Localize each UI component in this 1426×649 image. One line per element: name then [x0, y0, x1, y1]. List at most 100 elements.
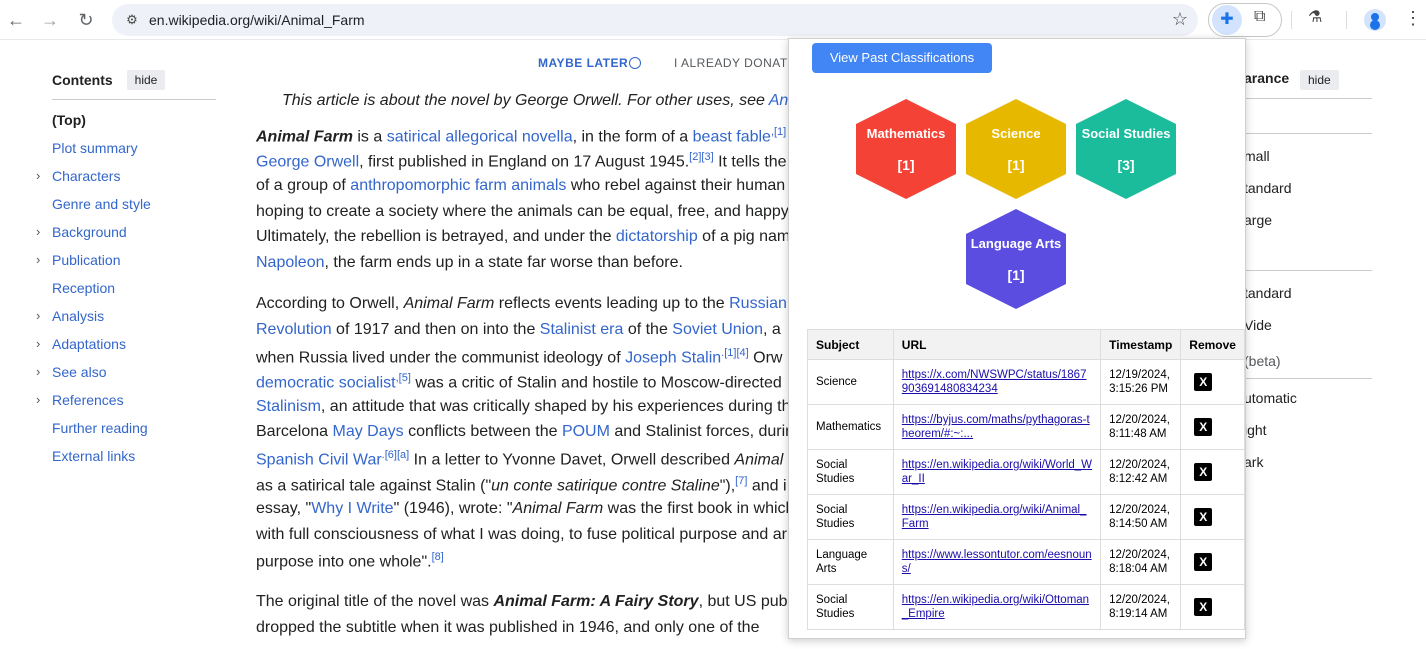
bookmark-star-icon[interactable]: ☆	[1172, 9, 1188, 30]
remove-button[interactable]: X	[1194, 553, 1213, 571]
address-bar[interactable]: ⚙ en.wikipedia.org/wiki/Animal_Farm ☆	[112, 4, 1198, 36]
hatnote-link[interactable]: An	[769, 92, 789, 109]
kebab-menu-icon[interactable]: ⋮	[1404, 8, 1422, 29]
table-row: Mathematics https://byjus.com/maths/pytha…	[807, 404, 1245, 450]
link[interactable]: George Orwell	[256, 153, 359, 170]
appearance-option[interactable]: tandard	[1244, 180, 1291, 196]
subject-hexagon[interactable]: Language Arts [1]	[966, 209, 1066, 309]
url-link[interactable]: https://www.lessontutor.com/eesnouns/	[902, 549, 1092, 575]
toc-item[interactable]: Plot summary	[52, 134, 216, 162]
remove-button[interactable]: X	[1194, 508, 1213, 526]
subject-hexagon[interactable]: Social Studies [3]	[1076, 99, 1176, 199]
appearance-option[interactable]: Vide	[1244, 317, 1272, 333]
toc-item[interactable]: › Characters	[36, 162, 216, 190]
link[interactable]: satirical allegorical novella	[387, 128, 573, 145]
toc-item[interactable]: › Publication	[36, 246, 216, 274]
profile-avatar[interactable]	[1364, 9, 1386, 31]
toc-item[interactable]: Further reading	[52, 414, 216, 442]
remove-button[interactable]: X	[1194, 598, 1213, 616]
subject-count: [3]	[1117, 157, 1135, 173]
toc-item[interactable]: (Top)	[52, 106, 216, 134]
url-cell: https://x.com/NWSWPC/status/186790369148…	[892, 359, 1102, 405]
already-donated-button[interactable]: I ALREADY DONATE	[674, 56, 796, 70]
appearance-option[interactable]: (beta)	[1244, 353, 1281, 369]
chevron-right-icon[interactable]: ›	[36, 302, 40, 330]
appearance-option[interactable]: tandard	[1244, 285, 1291, 301]
link[interactable]: Spanish Civil War	[256, 451, 382, 468]
link[interactable]: May Days	[333, 423, 404, 440]
toc-item[interactable]: › Analysis	[36, 302, 216, 330]
toc-item[interactable]: › Adaptations	[36, 330, 216, 358]
chevron-right-icon[interactable]: ›	[36, 162, 40, 190]
url-link[interactable]: https://en.wikipedia.org/wiki/Ottoman_Em…	[902, 594, 1089, 620]
subject-cell: Language Arts	[807, 539, 894, 585]
toc-item[interactable]: › See also	[36, 358, 216, 386]
link[interactable]: dictatorship	[616, 228, 698, 245]
link[interactable]: Joseph Stalin	[625, 349, 721, 366]
chevron-right-icon[interactable]: ›	[36, 386, 40, 414]
link[interactable]: democratic socialist	[256, 374, 396, 391]
link[interactable]: Revolution	[256, 321, 332, 338]
link[interactable]: beast fable	[693, 128, 771, 145]
appearance-option[interactable]: ight	[1244, 422, 1267, 438]
link[interactable]: Stalinist era	[540, 321, 624, 338]
chevron-right-icon[interactable]: ›	[36, 330, 40, 358]
toc-item[interactable]: Genre and style	[52, 190, 216, 218]
article-line: essay, "Why I Write" (1946), wrote: "Ani…	[256, 500, 795, 517]
url-link[interactable]: https://en.wikipedia.org/wiki/World_War_…	[902, 459, 1092, 485]
remove-button[interactable]: X	[1194, 463, 1213, 481]
article-line: Stalinism, an attitude that was critical…	[256, 398, 791, 415]
extensions-icon[interactable]: ⧉	[1254, 8, 1265, 26]
chevron-right-icon[interactable]: ›	[36, 246, 40, 274]
link[interactable]: Why I Write	[311, 500, 393, 517]
link[interactable]: Napoleon	[256, 254, 325, 271]
toc-item[interactable]: External links	[52, 442, 216, 470]
remove-button[interactable]: X	[1194, 418, 1213, 436]
timestamp-cell: 12/19/2024, 3:15:26 PM	[1100, 359, 1182, 405]
link[interactable]: Russian	[729, 295, 787, 312]
view-past-classifications-button[interactable]: View Past Classifications	[812, 43, 992, 73]
appearance-option[interactable]: arge	[1244, 212, 1272, 228]
toc-item[interactable]: Reception	[52, 274, 216, 302]
appearance-option[interactable]: ark	[1244, 454, 1263, 470]
puzzle-extension-active-icon[interactable]: ✚	[1212, 5, 1242, 35]
toc-item[interactable]: › Background	[36, 218, 216, 246]
toc-item-label: External links	[52, 448, 136, 464]
chevron-right-icon[interactable]: ›	[36, 358, 40, 386]
back-icon[interactable]: ←	[4, 8, 28, 32]
labs-flask-icon[interactable]: ⚗	[1308, 7, 1322, 27]
url-link[interactable]: https://en.wikipedia.org/wiki/Animal_Far…	[902, 504, 1087, 530]
article-line: dropped the subtitle when it was publish…	[256, 619, 760, 636]
url-text[interactable]: en.wikipedia.org/wiki/Animal_Farm	[149, 12, 365, 28]
remove-button[interactable]: X	[1194, 373, 1213, 391]
toc-item-label: (Top)	[52, 112, 86, 128]
appearance-hide-button[interactable]: hide	[1300, 70, 1339, 90]
url-link[interactable]: https://byjus.com/maths/pythagoras-theor…	[902, 414, 1090, 440]
clock-icon	[629, 57, 641, 69]
article-line: as a satirical tale against Stalin ("un …	[256, 475, 787, 495]
article-line: when Russia lived under the communist id…	[256, 347, 783, 367]
appearance-option[interactable]: mall	[1244, 148, 1270, 164]
chevron-right-icon[interactable]: ›	[36, 218, 40, 246]
url-link[interactable]: https://x.com/NWSWPC/status/186790369148…	[902, 369, 1087, 395]
toc-hide-button[interactable]: hide	[126, 70, 166, 90]
table-row: Social Studies https://en.wikipedia.org/w…	[807, 584, 1245, 630]
reload-icon[interactable]: ↻	[74, 8, 98, 32]
site-info-icon[interactable]: ⚙	[122, 10, 142, 30]
link[interactable]: anthropomorphic farm animals	[350, 177, 566, 194]
subject-hexagon[interactable]: Science [1]	[966, 99, 1066, 199]
maybe-later-button[interactable]: MAYBE LATER	[538, 56, 628, 70]
subject-name: Language Arts	[970, 236, 1062, 251]
toc-item[interactable]: › References	[36, 386, 216, 414]
forward-icon[interactable]: →	[38, 8, 62, 32]
article-line: The original title of the novel was Anim…	[256, 593, 788, 610]
link[interactable]: Soviet Union	[672, 321, 763, 338]
subject-hexagon[interactable]: Mathematics [1]	[856, 99, 956, 199]
link[interactable]: POUM	[562, 423, 610, 440]
appearance-divider	[1244, 98, 1372, 99]
article-line: Spanish Civil War.[6][a] In a letter to …	[256, 449, 784, 469]
appearance-option[interactable]: utomatic	[1244, 390, 1297, 406]
article-line: democratic socialist,[5] was a critic of…	[256, 372, 782, 392]
link[interactable]: Stalinism	[256, 398, 321, 415]
toc-item-label: Genre and style	[52, 196, 151, 212]
